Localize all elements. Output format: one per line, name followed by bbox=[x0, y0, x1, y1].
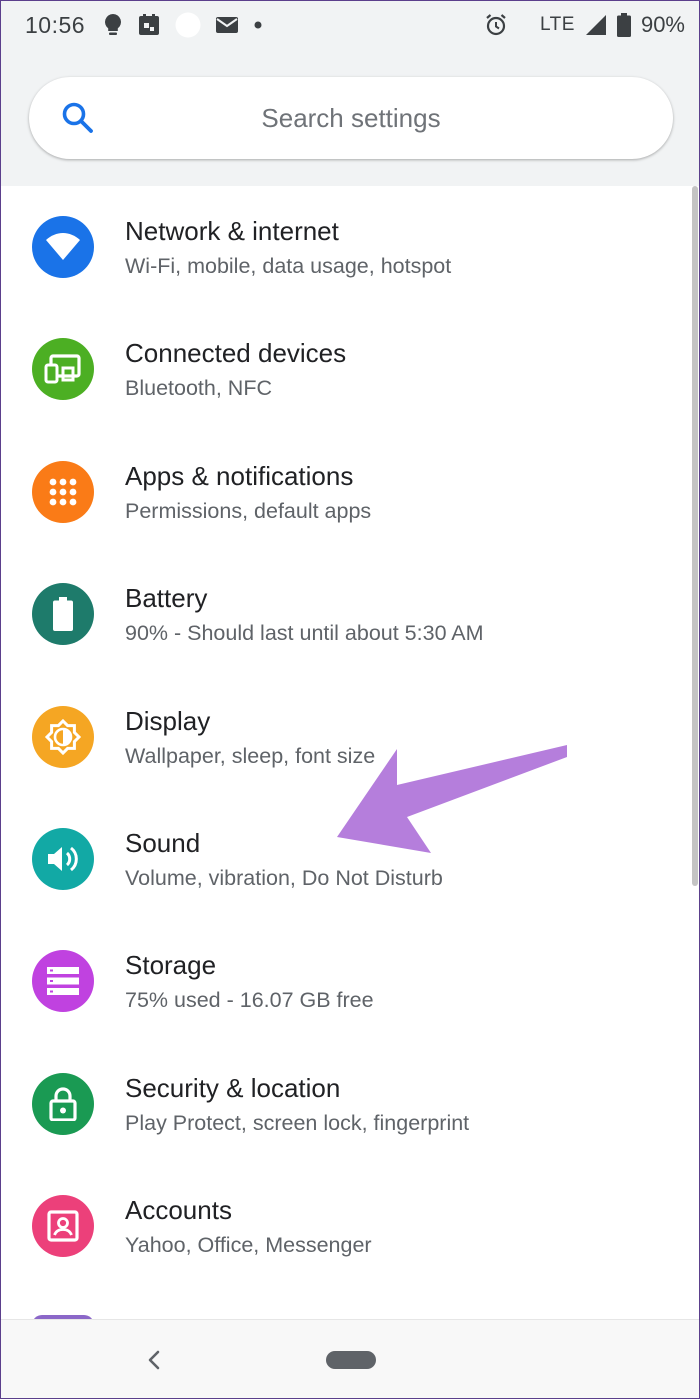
settings-item-title: Apps & notifications bbox=[125, 460, 354, 491]
settings-item-accounts[interactable]: Accounts Yahoo, Office, Messenger bbox=[1, 1165, 699, 1287]
settings-item-summary: 90% - Should last until about 5:30 AM bbox=[125, 621, 484, 646]
wifi-icon bbox=[32, 216, 94, 278]
screen: 10:56 LTE 90% Search settings Network & … bbox=[0, 0, 700, 1399]
settings-item-title: Network & internet bbox=[125, 216, 339, 246]
storage-icon bbox=[32, 950, 94, 1013]
volume-icon bbox=[32, 827, 94, 890]
devices-icon bbox=[32, 338, 94, 401]
settings-item-connected-devices[interactable]: Connected devices Bluetooth, NFC bbox=[1, 308, 699, 430]
lock-icon bbox=[32, 1072, 94, 1135]
navigation-bar bbox=[1, 1319, 699, 1398]
settings-item-title: Accounts bbox=[125, 1195, 232, 1226]
settings-item-summary: Yahoo, Office, Messenger bbox=[125, 1233, 372, 1258]
notification-icons bbox=[103, 12, 263, 38]
brightness-icon bbox=[32, 705, 94, 768]
home-pill-icon[interactable] bbox=[326, 1351, 376, 1369]
settings-item-battery[interactable]: Battery 90% - Should last until about 5:… bbox=[1, 553, 699, 675]
settings-item-security[interactable]: Security & location Play Protect, screen… bbox=[1, 1043, 699, 1165]
status-time: 10:56 bbox=[25, 11, 86, 38]
account-box-icon bbox=[32, 1195, 94, 1258]
settings-item-summary: 75% used - 16.07 GB free bbox=[125, 988, 374, 1013]
settings-item-title: Display bbox=[125, 705, 211, 736]
settings-item-summary: Play Protect, screen lock, fingerprint bbox=[125, 1110, 470, 1135]
signal-icon bbox=[585, 14, 607, 36]
settings-list: Network & internet Wi-Fi, mobile, data u… bbox=[1, 186, 699, 1288]
status-bar: 10:56 LTE 90% bbox=[1, 1, 699, 49]
settings-item-network[interactable]: Network & internet Wi-Fi, mobile, data u… bbox=[1, 186, 699, 308]
network-type: LTE bbox=[540, 14, 575, 35]
search-icon[interactable] bbox=[61, 101, 95, 140]
settings-item-apps[interactable]: Apps & notifications Permissions, defaul… bbox=[1, 431, 699, 553]
apps-grid-icon bbox=[32, 460, 94, 523]
settings-item-title: Battery bbox=[125, 583, 208, 614]
circle-icon bbox=[175, 12, 201, 38]
settings-item-title: Security & location bbox=[125, 1072, 341, 1103]
battery-icon bbox=[616, 13, 631, 37]
battery-icon bbox=[32, 583, 94, 646]
calendar-icon bbox=[137, 13, 161, 37]
bulb-icon bbox=[103, 13, 123, 37]
settings-item-title: Sound bbox=[125, 827, 201, 858]
settings-item-storage[interactable]: Storage 75% used - 16.07 GB free bbox=[1, 920, 699, 1042]
mail-icon bbox=[215, 15, 239, 35]
search-header bbox=[1, 49, 699, 186]
system-icons: LTE 90% bbox=[484, 12, 685, 38]
back-icon[interactable] bbox=[139, 1342, 169, 1378]
arrow-annotation bbox=[337, 745, 567, 853]
dot-icon bbox=[253, 20, 263, 30]
settings-item-summary: Volume, vibration, Do Not Disturb bbox=[125, 865, 443, 890]
settings-item-title: Storage bbox=[125, 950, 217, 981]
settings-item-summary: Permissions, default apps bbox=[125, 498, 372, 523]
scrollbar[interactable] bbox=[692, 186, 698, 886]
alarm-icon bbox=[484, 13, 508, 37]
settings-item-summary: Bluetooth, NFC bbox=[125, 376, 272, 401]
search-input[interactable] bbox=[29, 102, 673, 134]
battery-percent: 90% bbox=[640, 12, 685, 37]
settings-item-summary: Wi-Fi, mobile, data usage, hotspot bbox=[125, 254, 452, 278]
settings-item-title: Connected devices bbox=[125, 338, 347, 369]
search-bar[interactable] bbox=[29, 77, 673, 159]
